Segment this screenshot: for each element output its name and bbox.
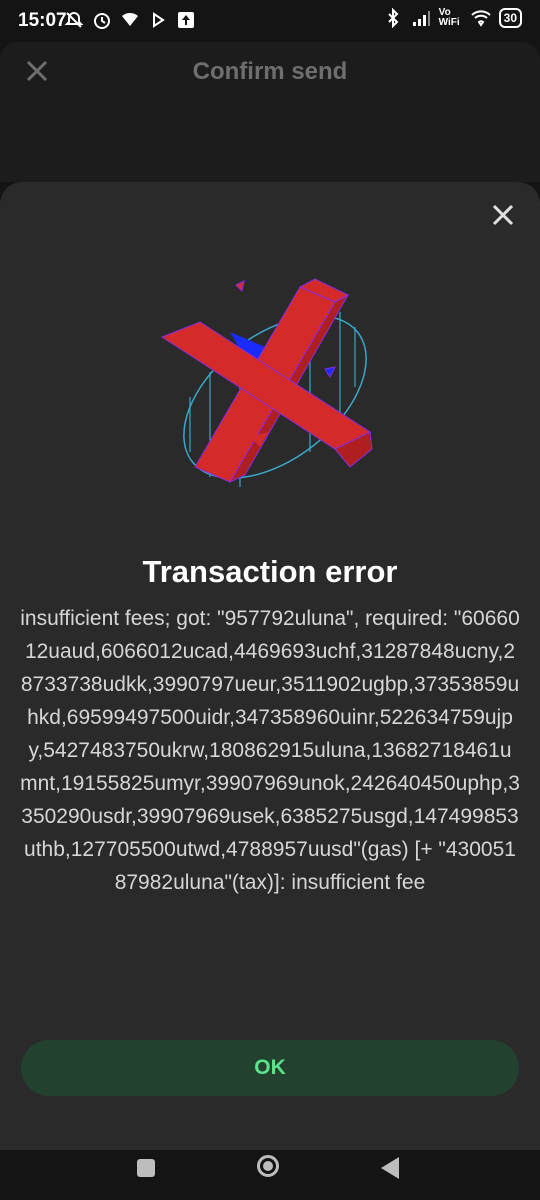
page-title: Confirm send: [192, 58, 348, 85]
close-icon[interactable]: [490, 202, 516, 228]
bluetooth-icon: [387, 8, 399, 28]
status-left-icons: [64, 10, 196, 30]
transaction-error-sheet: Transaction error insufficient fees; got…: [0, 182, 540, 1150]
wifi-icon: [470, 10, 491, 27]
battery-icon: 30: [498, 8, 522, 28]
mute-icon: [64, 11, 84, 28]
status-time: 15:07: [18, 10, 67, 31]
volte-wifi-icon: Vo WiFi: [438, 7, 460, 28]
ok-button-label: OK: [254, 1056, 286, 1079]
upload-icon: [178, 12, 194, 28]
status-bar: 15:07 Vo WiFi 30: [0, 0, 540, 42]
recent-apps-icon[interactable]: [137, 1159, 155, 1177]
confirm-send-header: Confirm send: [0, 42, 540, 182]
error-message: insufficient fees; got: "957792uluna", r…: [20, 607, 520, 894]
home-icon[interactable]: [257, 1155, 279, 1177]
data-icon: [122, 12, 138, 26]
navigation-bar: [0, 1150, 540, 1200]
play-icon: [153, 12, 165, 28]
ok-button[interactable]: OK: [21, 1040, 519, 1096]
back-icon[interactable]: [381, 1157, 399, 1179]
error-x-illustration: [160, 278, 373, 487]
alarm-icon: [94, 13, 110, 29]
error-title: Transaction error: [142, 554, 398, 589]
signal-icon: [412, 11, 430, 26]
status-right-icons: Vo WiFi 30: [383, 8, 522, 28]
